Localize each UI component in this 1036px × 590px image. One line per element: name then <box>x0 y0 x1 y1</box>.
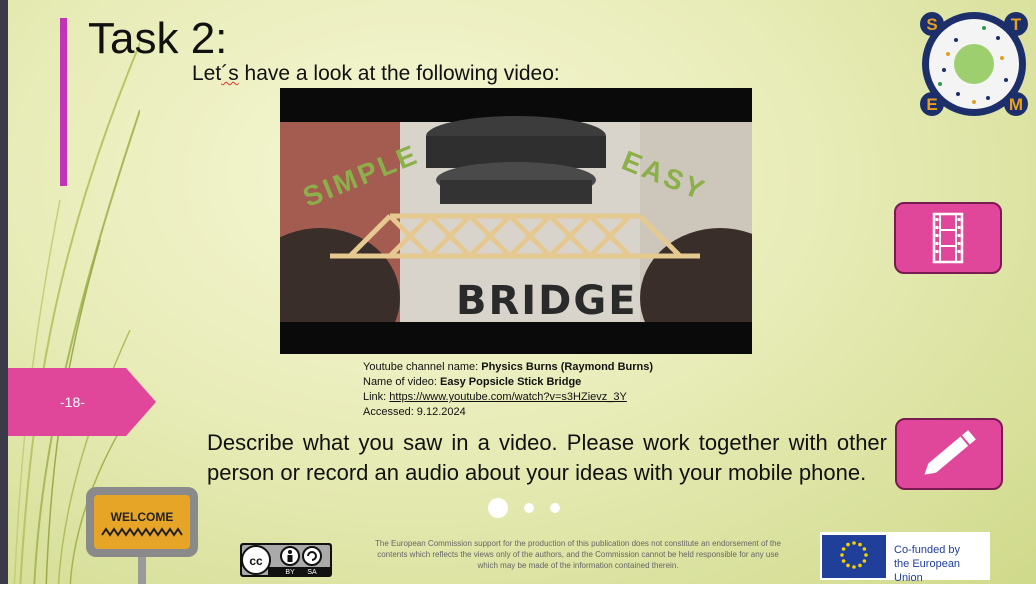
cc-sa-label: SA <box>307 569 317 576</box>
credit-accessed: Accessed: 9.12.2024 <box>363 406 466 418</box>
slide-dot-1[interactable] <box>488 498 508 518</box>
logo-letter-e: E <box>926 95 937 114</box>
video-button[interactable] <box>894 202 1002 274</box>
slide-title: Task 2: <box>88 14 228 63</box>
video-link[interactable]: https://www.youtube.com/watch?v=s3HZievz… <box>389 391 627 403</box>
video-word-bridge: BRIDGE <box>456 278 638 324</box>
credit-link-label: Link: <box>363 391 390 403</box>
bottom-edge <box>0 584 1036 590</box>
credit-video-name: Name of video: Easy Popsicle Stick Bridg… <box>363 375 653 390</box>
logo-letter-m: M <box>1009 95 1023 114</box>
logo-letter-t: T <box>1011 15 1022 34</box>
logo-letter-s: S <box>926 15 937 34</box>
eu-line-1: Co-funded by <box>894 544 961 556</box>
credit-video-value: Easy Popsicle Stick Bridge <box>440 376 582 388</box>
film-icon <box>932 212 964 264</box>
write-button[interactable] <box>895 418 1003 490</box>
eu-flag-icon <box>822 535 886 578</box>
cc-by-label: BY <box>285 569 295 576</box>
welcome-sign-icon: WELCOME <box>86 487 198 590</box>
welcome-sign-text: WELCOME <box>111 510 174 524</box>
credit-channel-label: Youtube channel name: <box>363 361 482 373</box>
subtitle-end: have a look at the following video: <box>238 62 560 85</box>
page-number: -18- <box>60 394 85 410</box>
slide-dot-2[interactable] <box>524 503 534 513</box>
credit-video-label: Name of video: <box>363 376 441 388</box>
eu-text: Co-funded by the European Union <box>894 543 990 585</box>
slide-dot-3[interactable] <box>550 503 560 513</box>
slide: Task 2: Let´s have a look at the followi… <box>0 0 1036 590</box>
cc-license-badge: cc BY SA <box>240 543 332 577</box>
video-credits: Youtube channel name: Physics Burns (Ray… <box>363 360 653 420</box>
eu-funding-badge: Co-funded by the European Union <box>820 532 990 584</box>
subtitle-marked: ´s <box>221 62 239 85</box>
subtitle-start: Let <box>192 62 222 85</box>
eu-line-2: the European Union <box>894 558 961 584</box>
credit-channel-value: Physics Burns (Raymond Burns) <box>481 361 654 373</box>
stem-logo: S T E M <box>920 12 1028 116</box>
credit-link: Link: https://www.youtube.com/watch?v=s3… <box>363 390 653 405</box>
slide-subtitle: Let´s have a look at the following video… <box>192 62 560 86</box>
video-thumbnail[interactable]: SIMPLE EASY BRIDGE <box>280 88 752 354</box>
pencil-icon <box>924 430 976 475</box>
credit-channel: Youtube channel name: Physics Burns (Ray… <box>363 360 653 375</box>
cc-label: cc <box>249 554 263 568</box>
title-accent-bar <box>60 18 67 186</box>
eu-disclaimer: The European Commission support for the … <box>374 539 782 570</box>
task-description: Describe what you saw in a video. Please… <box>207 430 887 485</box>
